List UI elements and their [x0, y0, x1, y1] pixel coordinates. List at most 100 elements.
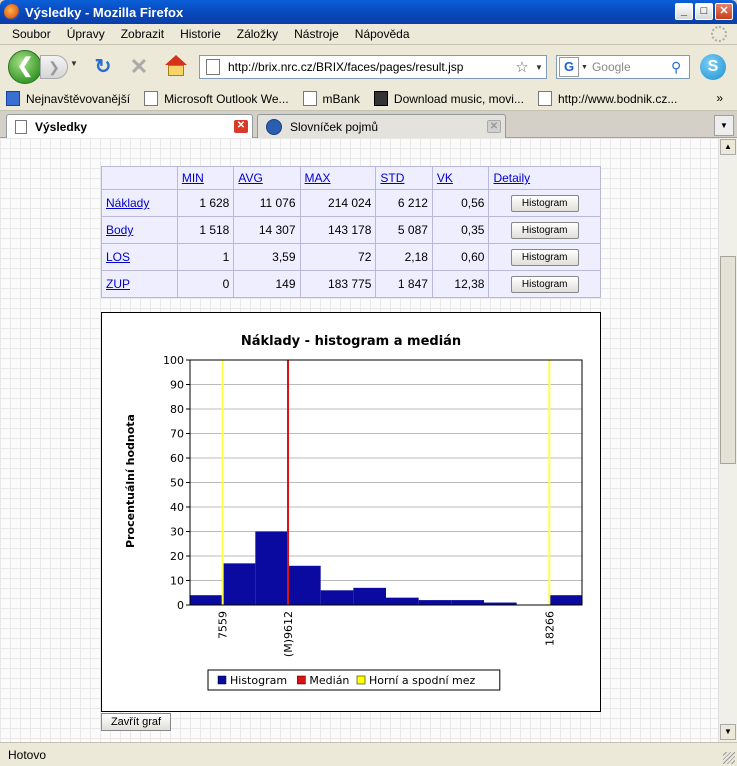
vertical-scrollbar[interactable]: ▲ ▼ — [718, 138, 737, 742]
home-icon[interactable] — [164, 54, 188, 78]
legend-swatch — [356, 675, 366, 685]
cell-min: 1 628 — [176, 189, 235, 217]
search-input[interactable]: Google — [592, 60, 671, 74]
scrollbar-thumb[interactable] — [720, 256, 736, 464]
bookmarks-toolbar: Nejnavštěvovanější Microsoft Outlook We.… — [0, 87, 737, 111]
bookmark-bodnik[interactable]: http://www.bodnik.cz... — [537, 91, 677, 106]
x-marker-label: 7559 — [217, 611, 230, 639]
menu-napoveda[interactable]: Nápověda — [347, 27, 418, 41]
bookmark-mbank[interactable]: mBank — [302, 91, 360, 106]
scroll-down-arrow-icon[interactable]: ▼ — [720, 724, 736, 740]
menu-upravy[interactable]: Úpravy — [59, 27, 113, 41]
window-controls: _ □ ✕ — [675, 3, 733, 20]
menu-zalozky[interactable]: Záložky — [229, 27, 286, 41]
tab-label: Výsledky — [35, 119, 88, 134]
y-tick-label: 10 — [170, 575, 184, 588]
resize-grip-icon[interactable] — [723, 752, 735, 764]
cell-detail: Histogram — [488, 270, 601, 298]
history-dropdown-icon[interactable]: ▼ — [70, 59, 78, 68]
bookmark-most-visited[interactable]: Nejnavštěvovanější — [6, 91, 130, 106]
histogram-button[interactable]: Histogram — [510, 275, 579, 293]
status-bar: Hotovo — [0, 742, 737, 766]
histogram-bar — [320, 590, 354, 605]
back-button[interactable]: ❮ — [8, 50, 42, 84]
column-header-detaily[interactable]: Detaily — [488, 166, 601, 190]
search-engine-dropdown-icon[interactable]: ▼ — [581, 64, 588, 71]
y-tick-label: 70 — [170, 428, 184, 441]
table-header-row: MIN AVG MAX STD VK Detaily — [101, 166, 601, 190]
bookmark-star-icon[interactable]: ☆ — [512, 58, 532, 76]
minimize-button[interactable]: _ — [675, 3, 693, 20]
histogram-button[interactable]: Histogram — [510, 194, 579, 212]
histogram-bar — [288, 565, 321, 605]
throbber-icon — [711, 26, 727, 42]
histogram-button[interactable]: Histogram — [510, 248, 579, 266]
skype-icon[interactable]: S — [700, 54, 726, 80]
url-input[interactable]: http://brix.nrc.cz/BRIX/faces/pages/resu… — [228, 60, 512, 74]
table-row: Body 1 518 14 307 143 178 5 087 0,35 His… — [101, 216, 601, 244]
page-icon — [144, 91, 159, 106]
row-name-link[interactable]: Náklady — [101, 189, 178, 217]
cell-avg: 3,59 — [233, 243, 301, 271]
histogram-button[interactable]: Histogram — [510, 221, 579, 239]
cell-std: 2,18 — [375, 243, 433, 271]
cell-detail: Histogram — [488, 189, 601, 217]
cell-avg: 11 076 — [233, 189, 301, 217]
reload-icon[interactable]: ↻ — [92, 56, 114, 78]
menu-soubor[interactable]: Soubor — [4, 27, 59, 41]
navigation-toolbar: ❮ ❯ ▼ ↻ ✕ http://brix.nrc.cz/BRIX/faces/… — [0, 45, 737, 87]
row-name-link[interactable]: ZUP — [101, 270, 178, 298]
chart-bars — [190, 531, 582, 605]
close-tab-icon[interactable]: ✕ — [487, 120, 501, 133]
y-tick-label: 60 — [170, 452, 184, 465]
y-tick-label: 80 — [170, 403, 184, 416]
cell-vk: 0,56 — [431, 189, 490, 217]
search-engine-icon[interactable]: G — [559, 57, 579, 77]
menu-historie[interactable]: Historie — [172, 27, 229, 41]
x-marker-label: 18266 — [543, 611, 556, 646]
tab-slovnicek[interactable]: Slovníček pojmů ✕ — [257, 114, 506, 138]
row-name-link[interactable]: Body — [101, 216, 178, 244]
bookmarks-overflow-button[interactable]: » — [716, 91, 723, 105]
histogram-bar — [190, 595, 223, 605]
y-tick-label: 20 — [170, 550, 184, 563]
window-titlebar: Výsledky - Mozilla Firefox _ □ ✕ — [0, 0, 737, 24]
stop-icon[interactable]: ✕ — [128, 56, 150, 78]
column-header-vk[interactable]: VK — [431, 166, 490, 190]
url-dropdown-icon[interactable]: ▼ — [532, 63, 546, 72]
close-tab-icon[interactable]: ✕ — [234, 120, 248, 133]
column-header-avg[interactable]: AVG — [233, 166, 301, 190]
menu-zobrazit[interactable]: Zobrazit — [113, 27, 172, 41]
cell-min: 1 518 — [176, 216, 235, 244]
close-chart-button[interactable]: Zavřít graf — [101, 713, 171, 731]
tab-vysledky[interactable]: Výsledky ✕ — [6, 114, 253, 138]
forward-button[interactable]: ❯ — [40, 55, 68, 79]
column-header-max[interactable]: MAX — [299, 166, 377, 190]
tab-bar: Výsledky ✕ Slovníček pojmů ✕ ▼ — [0, 111, 737, 138]
y-tick-label: 90 — [170, 379, 184, 392]
close-window-button[interactable]: ✕ — [715, 3, 733, 20]
page-icon — [302, 91, 317, 106]
row-name-link[interactable]: LOS — [101, 243, 178, 271]
chart-y-ticks: 0 10 20 30 40 50 60 70 80 90 100 — [163, 354, 190, 612]
search-icon[interactable]: ⚲ — [671, 59, 689, 76]
column-header-std[interactable]: STD — [375, 166, 433, 190]
maximize-button[interactable]: □ — [695, 3, 713, 20]
status-text: Hotovo — [8, 747, 47, 762]
page-icon — [537, 91, 552, 106]
legend-swatch — [297, 675, 306, 685]
histogram-bar — [418, 600, 452, 605]
y-tick-label: 40 — [170, 501, 184, 514]
scroll-up-arrow-icon[interactable]: ▲ — [720, 139, 736, 155]
search-bar[interactable]: G ▼ Google ⚲ — [556, 55, 690, 79]
window-title: Výsledky - Mozilla Firefox — [25, 4, 184, 20]
chart-x-labels: 7559 (M)9612 18266 — [217, 611, 557, 657]
menu-nastroje[interactable]: Nástroje — [286, 27, 347, 41]
tab-list-dropdown-icon[interactable]: ▼ — [714, 115, 734, 136]
bookmark-download[interactable]: Download music, movi... — [373, 91, 524, 106]
y-tick-label: 100 — [163, 354, 184, 367]
column-header-min[interactable]: MIN — [176, 166, 235, 190]
bookmark-outlook[interactable]: Microsoft Outlook We... — [144, 91, 289, 106]
cell-vk: 0,60 — [431, 243, 490, 271]
address-bar[interactable]: http://brix.nrc.cz/BRIX/faces/pages/resu… — [199, 55, 547, 79]
